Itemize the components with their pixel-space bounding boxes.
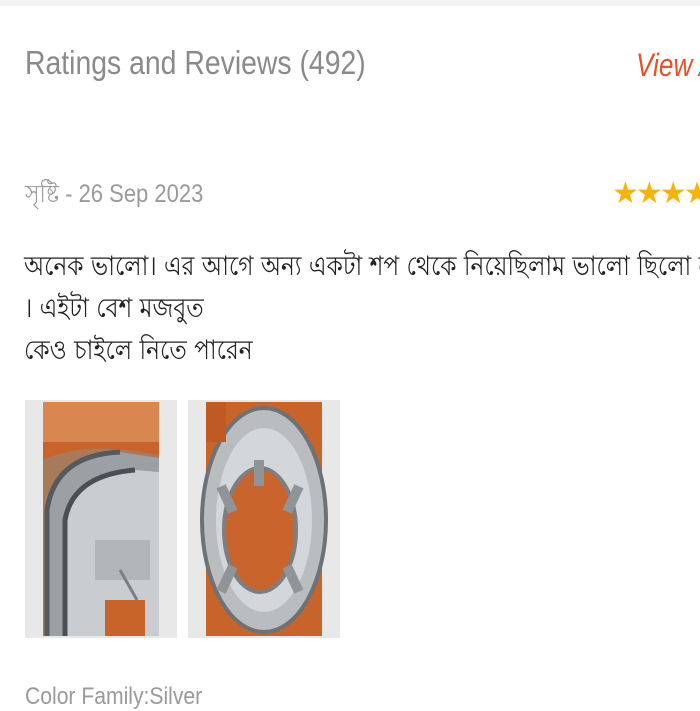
- top-divider: [0, 0, 700, 6]
- view-all-link[interactable]: View A: [636, 47, 700, 84]
- review-author-date: সৃষ্টি - 26 Sep 2023: [25, 180, 204, 208]
- review-variant: Color Family:Silver: [25, 683, 203, 710]
- review-photo-1[interactable]: [25, 400, 177, 638]
- review-text: অনেক ভালো। এর আগে অন্য একটা শপ থেকে নিয়…: [24, 246, 700, 372]
- review-text-line-3: কেও চাইলে নিতে পারেন: [24, 335, 253, 366]
- star-rating: ★★★★: [612, 176, 700, 211]
- reviews-section-title: Ratings and Reviews (492): [25, 44, 366, 81]
- review-photo-2[interactable]: [188, 400, 340, 638]
- review-text-line-1: অনেক ভালো। এর আগে অন্য একটা শপ থেকে নিয়…: [24, 251, 700, 282]
- review-text-line-2: । এইটা বেশ মজবুত: [24, 293, 204, 324]
- stove-ring-top-image: [188, 400, 340, 638]
- stove-ring-parts-image: [25, 400, 177, 638]
